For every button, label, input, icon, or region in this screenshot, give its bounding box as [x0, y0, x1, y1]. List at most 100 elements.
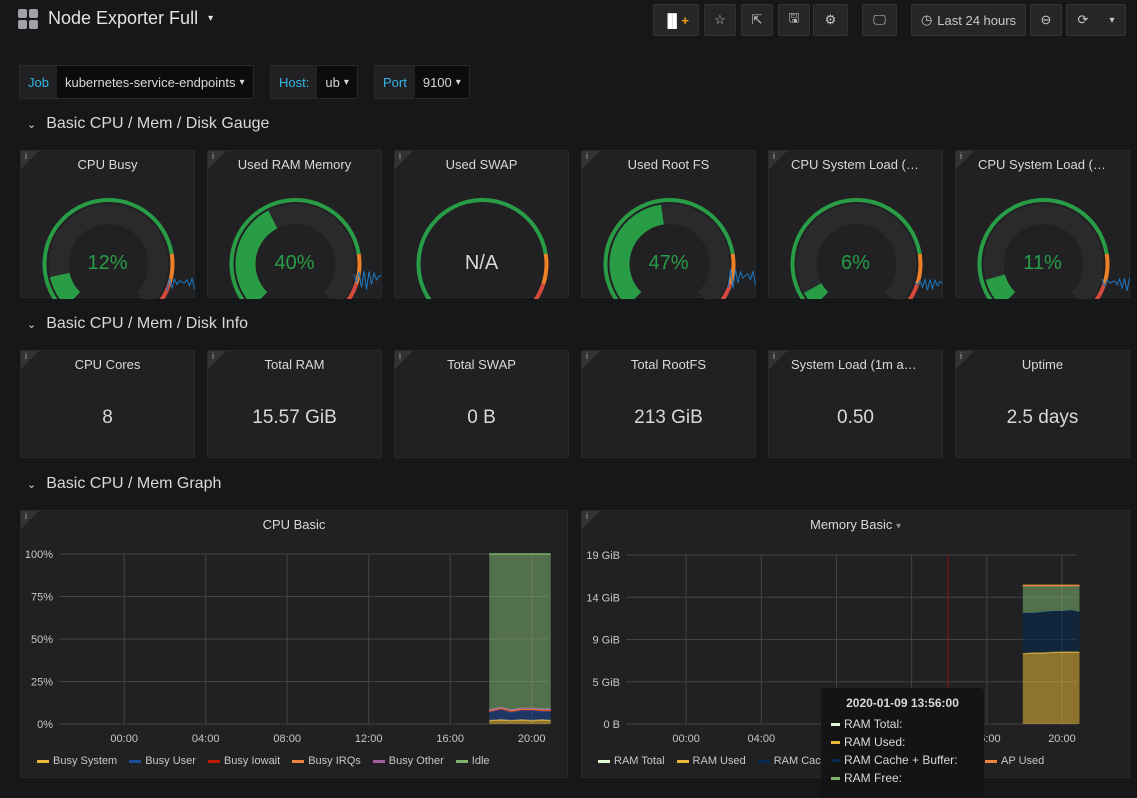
save-icon: 🖫: [788, 10, 800, 25]
gauge-panel: i Used SWAP N/A: [394, 150, 569, 299]
tooltip-item: RAM Total:: [831, 715, 974, 733]
legend-item[interactable]: RAM Used: [676, 755, 746, 767]
gear-icon: ⚙: [824, 12, 837, 27]
legend-item[interactable]: Busy User: [129, 755, 196, 767]
dashboards-icon: [18, 8, 38, 29]
save-button[interactable]: 🖫: [778, 4, 810, 36]
legend: Busy System Busy User Busy Iowait Busy IRQs…: [37, 755, 490, 767]
caret-down-icon: ▾: [239, 76, 245, 88]
y-tick-label: 25%: [31, 677, 53, 689]
stat-value: 0.50: [837, 407, 874, 428]
variable-port[interactable]: Port 9100 ▾: [374, 65, 470, 99]
row-graph[interactable]: ⌄ Basic CPU / Mem Graph: [27, 475, 221, 493]
y-tick-label: 9 GiB: [592, 635, 620, 647]
x-tick-label: 16:00: [436, 733, 464, 745]
gauge-panel: i CPU System Load (5... 11%: [955, 150, 1130, 299]
share-button[interactable]: ⇱: [741, 4, 773, 36]
cpu-basic-panel: i CPU Basic 0% 25% 50% 75% 100% 00:00 04:00 08:…: [20, 510, 568, 778]
x-tick-label: 04:00: [748, 733, 776, 745]
panel-title[interactable]: Total SWAP: [395, 357, 568, 372]
dashboard-title[interactable]: Node Exporter Full ▾: [18, 8, 213, 29]
caret-down-icon: ▾: [455, 76, 461, 88]
gauge-arc: [229, 198, 382, 299]
star-button[interactable]: ☆: [704, 4, 736, 36]
y-tick-label: 5 GiB: [592, 677, 620, 689]
x-tick-label: 00:00: [110, 733, 138, 745]
refresh-button[interactable]: ⟳ ▾: [1066, 4, 1126, 36]
settings-button[interactable]: ⚙: [813, 4, 848, 36]
y-tick-label: 0%: [37, 719, 53, 731]
legend-item[interactable]: Busy IRQs: [292, 755, 361, 767]
cpu-basic-chart[interactable]: 0% 25% 50% 75% 100% 00:00 04:00 08:00 12:00 16:00…: [21, 511, 569, 779]
stat-value: 213 GiB: [634, 407, 703, 428]
port-select[interactable]: 9100 ▾: [414, 66, 469, 98]
legend-item[interactable]: Busy Iowait: [207, 755, 280, 767]
caret-down-icon: ▾: [1109, 14, 1115, 26]
host-select[interactable]: ub ▾: [317, 66, 357, 98]
job-select[interactable]: kubernetes-service-endpoints ▾: [56, 66, 253, 98]
gauge-arc: [416, 198, 549, 299]
zoom-out-button[interactable]: ⊖: [1030, 4, 1062, 36]
legend-item[interactable]: Busy Other: [372, 755, 444, 767]
stat-panel: i Total RAM 15.57 GiB: [207, 350, 382, 458]
series-area-idle: [489, 554, 551, 710]
refresh-icon: ⟳: [1077, 12, 1089, 27]
panel-title[interactable]: System Load (1m avg): [769, 357, 942, 372]
gauge-arc: [977, 198, 1130, 299]
series-area-ram-free: [1022, 585, 1080, 613]
legend-item[interactable]: RAM Total: [598, 755, 665, 767]
stat-value: 8: [102, 407, 113, 428]
stat-panel: i Total RootFS 213 GiB: [581, 350, 756, 458]
chevron-down-icon: ⌄: [27, 318, 37, 331]
tooltip-item: RAM Used:: [831, 733, 974, 751]
stat-panel: i CPU Cores 8: [20, 350, 195, 458]
clock-icon: ◷: [920, 12, 933, 27]
x-tick-label: 20:00: [1048, 733, 1076, 745]
gauge-arc: [603, 198, 756, 299]
y-tick-label: 75%: [31, 592, 53, 604]
sparkline: [914, 277, 943, 291]
row-gauge[interactable]: ⌄ Basic CPU / Mem / Disk Gauge: [27, 115, 269, 133]
chevron-down-icon: ⌄: [27, 478, 37, 491]
panel-title[interactable]: Total RootFS: [582, 357, 755, 372]
stat-value: 2.5 days: [1006, 407, 1079, 428]
gauge-arc: [790, 198, 943, 299]
panel-title[interactable]: CPU Cores: [21, 357, 194, 372]
panel-title[interactable]: Uptime: [956, 357, 1129, 372]
row-info[interactable]: ⌄ Basic CPU / Mem / Disk Info: [27, 315, 248, 333]
gauge-panel: i CPU System Load (1... 6%: [768, 150, 943, 299]
gauge-arc: [42, 198, 195, 299]
variable-job[interactable]: Job kubernetes-service-endpoints ▾: [19, 65, 254, 99]
tooltip-item: RAM Free:: [831, 769, 974, 787]
tooltip-item: RAM Cache + Buffer:: [831, 751, 974, 769]
zoom-out-icon: ⊖: [1040, 12, 1052, 27]
y-tick-label: 100%: [25, 549, 53, 561]
stat-panel: i Total SWAP 0 B: [394, 350, 569, 458]
variable-host[interactable]: Host: ub ▾: [270, 65, 358, 99]
stat-panel: i Uptime 2.5 days: [955, 350, 1130, 458]
legend-item[interactable]: AP Used: [985, 755, 1044, 767]
series-area-ram-used: [1022, 651, 1080, 724]
x-tick-label: 04:00: [192, 733, 220, 745]
legend-item[interactable]: Idle: [455, 755, 490, 767]
monitor-icon: 🖵: [873, 12, 886, 27]
time-picker[interactable]: ◷ Last 24 hours: [911, 4, 1026, 36]
y-tick-label: 19 GiB: [586, 550, 620, 562]
panel-title[interactable]: Total RAM: [208, 357, 381, 372]
stat-value: 15.57 GiB: [252, 407, 337, 428]
x-tick-label: 08:00: [273, 733, 301, 745]
y-tick-label: 50%: [31, 634, 53, 646]
y-tick-label: 0 B: [603, 719, 620, 731]
caret-down-icon: ▾: [208, 13, 214, 24]
x-tick-label: 12:00: [355, 733, 383, 745]
gauge-panel: i Used RAM Memory 40%: [207, 150, 382, 299]
x-tick-label: 20:00: [518, 733, 546, 745]
add-panel-button[interactable]: ▐▌+: [653, 4, 699, 36]
tv-mode-button[interactable]: 🖵: [862, 4, 897, 36]
x-tick-label: 00:00: [672, 733, 700, 745]
share-icon: ⇱: [751, 12, 763, 27]
legend-item[interactable]: Busy System: [37, 755, 117, 767]
caret-down-icon: ▾: [343, 76, 349, 88]
series-area-ram-cache-buffer: [1022, 610, 1080, 654]
stat-panel: i System Load (1m avg) 0.50: [768, 350, 943, 458]
